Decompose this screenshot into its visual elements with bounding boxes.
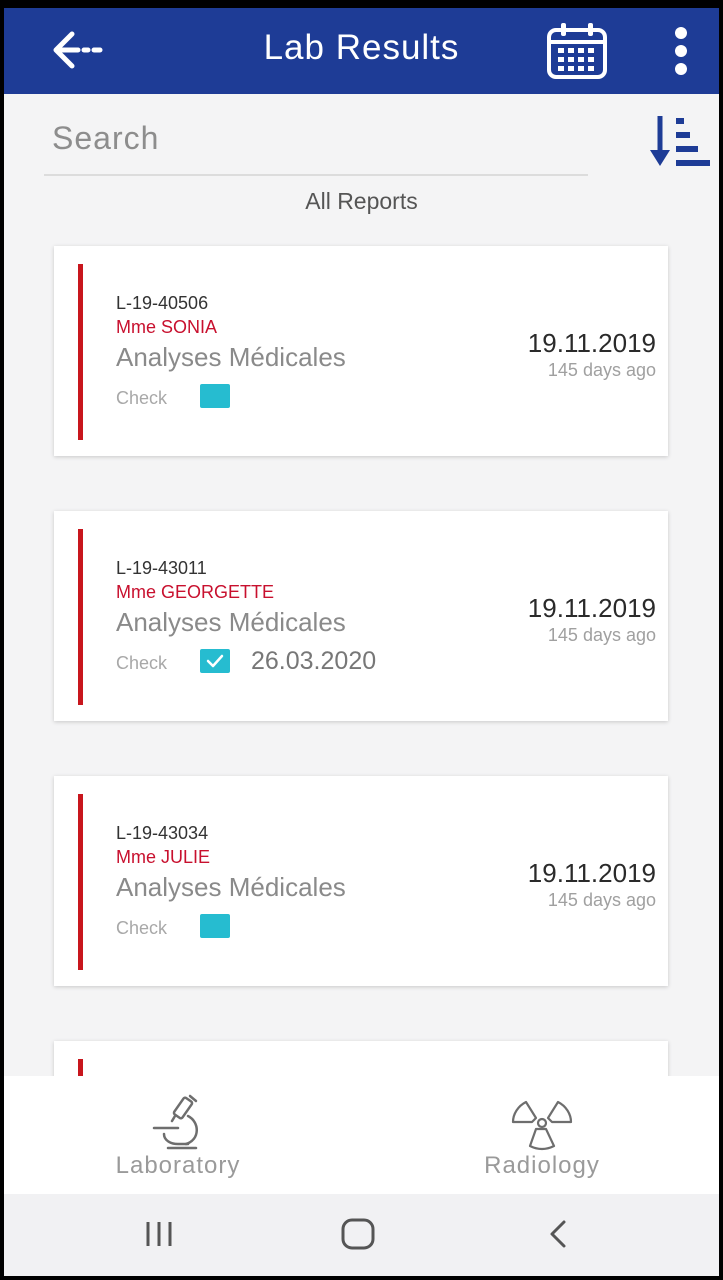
card-accent-bar bbox=[78, 794, 83, 970]
report-age: 145 days ago bbox=[547, 360, 656, 380]
radiation-icon bbox=[511, 1100, 573, 1151]
report-card[interactable]: L-19-43034 Mme JULIE Analyses Médicales … bbox=[54, 776, 668, 986]
search-input[interactable] bbox=[44, 108, 580, 168]
report-code: L-19-43011 bbox=[116, 558, 207, 578]
report-card[interactable]: L-19-43011 Mme GEORGETTE Analyses Médica… bbox=[54, 511, 668, 721]
nav-radiology-label: Radiology bbox=[484, 1152, 600, 1179]
checkmark-icon bbox=[206, 654, 224, 668]
check-checkbox[interactable] bbox=[200, 649, 230, 673]
nav-radiology[interactable]: Radiology bbox=[412, 1076, 672, 1194]
more-vertical-icon[interactable] bbox=[668, 26, 694, 78]
check-label: Check bbox=[116, 653, 168, 673]
report-code: L-19-43034 bbox=[116, 823, 209, 843]
home-icon[interactable] bbox=[336, 1214, 380, 1254]
report-date: 19.11.2019 bbox=[527, 328, 656, 358]
report-code: L-19-40506 bbox=[116, 293, 209, 313]
check-date: 26.03.2020 bbox=[251, 647, 377, 675]
report-date: 19.11.2019 bbox=[527, 858, 656, 888]
search-bar bbox=[44, 108, 588, 176]
report-age: 145 days ago bbox=[547, 890, 656, 910]
report-date: 19.11.2019 bbox=[527, 593, 656, 623]
microscope-icon bbox=[152, 1094, 198, 1150]
patient-name: Mme SONIA bbox=[116, 317, 218, 337]
check-label: Check bbox=[116, 918, 168, 938]
report-type: Analyses Médicales bbox=[116, 872, 346, 902]
page-title: Lab Results bbox=[263, 28, 460, 67]
patient-name: Mme GEORGETTE bbox=[116, 582, 275, 602]
app-bar: Lab Results bbox=[4, 8, 719, 94]
system-navigation-bar bbox=[4, 1194, 719, 1276]
card-accent-bar bbox=[78, 264, 83, 440]
card-accent-bar bbox=[78, 529, 83, 705]
app-screen: Lab Results Search All Reports L-19-4050… bbox=[4, 8, 719, 1276]
patient-name: Mme JULIE bbox=[116, 847, 211, 867]
report-type: Analyses Médicales bbox=[116, 607, 346, 637]
check-checkbox[interactable] bbox=[200, 384, 230, 408]
calendar-icon[interactable] bbox=[546, 22, 608, 80]
back-icon[interactable] bbox=[538, 1214, 582, 1254]
check-checkbox[interactable] bbox=[200, 914, 230, 938]
report-card[interactable]: L-19-40506 Mme SONIA Analyses Médicales … bbox=[54, 246, 668, 456]
list-title: All Reports bbox=[305, 188, 418, 214]
sort-descending-icon[interactable] bbox=[648, 114, 712, 168]
check-label: Check bbox=[116, 388, 168, 408]
nav-laboratory-label: Laboratory bbox=[115, 1152, 241, 1179]
report-age: 145 days ago bbox=[547, 625, 656, 645]
bottom-navigation: Laboratory Radiology bbox=[4, 1076, 719, 1194]
recent-apps-icon[interactable] bbox=[138, 1214, 182, 1254]
nav-laboratory[interactable]: Laboratory bbox=[48, 1076, 308, 1194]
report-type: Analyses Médicales bbox=[116, 342, 346, 372]
